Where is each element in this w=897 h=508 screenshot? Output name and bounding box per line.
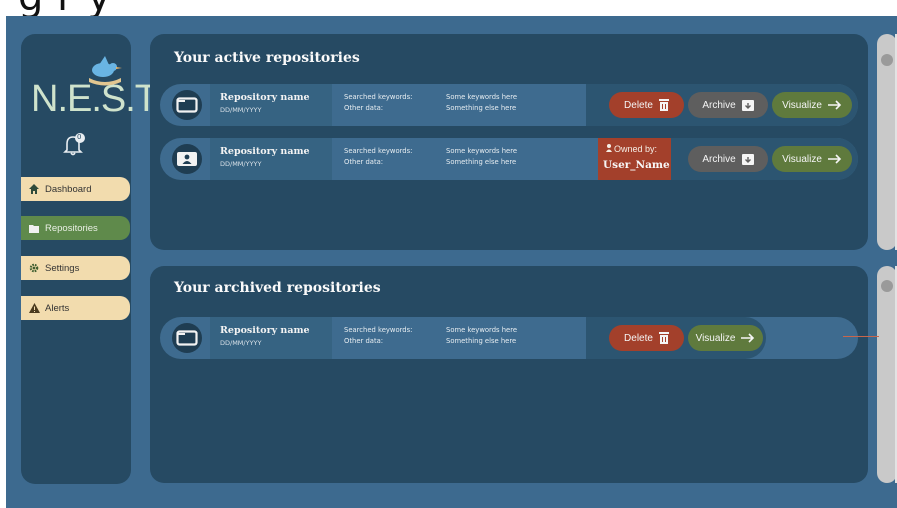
sidebar-item-label: Settings	[45, 262, 80, 274]
visualize-button[interactable]: Visualize	[772, 92, 852, 118]
archived-panel-title: Your archived repositories	[174, 280, 381, 296]
repository-name: Repository name	[220, 325, 310, 336]
sidebar-item-label: Repositories	[45, 222, 98, 234]
meta-label-keywords: Searched keywords:	[344, 326, 413, 334]
meta-labels: Searched keywords: Other data:	[344, 325, 412, 347]
row-actions: Delete Archive Visualize	[586, 84, 858, 126]
nest-logo: N.E.S.T.	[31, 56, 163, 131]
delete-button[interactable]: Delete	[609, 325, 684, 351]
trash-icon	[658, 99, 669, 111]
repository-name: Repository name	[220, 92, 310, 103]
visualize-label: Visualize	[695, 332, 736, 344]
archive-box-icon	[741, 153, 754, 165]
repository-folder-icon	[172, 323, 202, 353]
archived-panel-scrollbar[interactable]	[877, 266, 897, 483]
row-actions: Archive Visualize	[671, 138, 858, 180]
sidebar-item-dashboard[interactable]: Dashboard	[21, 177, 130, 201]
home-icon	[29, 184, 39, 194]
meta-value-other: Something else here	[446, 337, 517, 345]
repository-date: DD/MM/YYYY	[220, 339, 262, 347]
archive-label: Archive	[702, 99, 736, 111]
repository-date: DD/MM/YYYY	[220, 160, 262, 168]
folder-icon	[29, 224, 39, 233]
trash-icon	[658, 332, 669, 344]
delete-button[interactable]: Delete	[609, 92, 684, 118]
meta-value-other: Something else here	[446, 158, 517, 166]
visualize-button[interactable]: Visualize	[688, 325, 763, 351]
meta-value-keywords: Some keywords here	[446, 93, 518, 101]
notification-count: 0	[77, 133, 82, 141]
delete-label: Delete	[624, 332, 653, 344]
user-icon	[606, 144, 612, 152]
delete-label: Delete	[624, 99, 653, 111]
meta-value-keywords: Some keywords here	[446, 326, 518, 334]
active-panel-title: Your active repositories	[174, 50, 360, 66]
meta-values: Some keywords here Something else here	[446, 325, 517, 347]
archive-button[interactable]: Archive	[688, 146, 768, 172]
owned-by-badge: Owned by: User_Name	[598, 138, 671, 180]
archive-box-icon	[741, 99, 754, 111]
arrow-right-icon	[827, 100, 842, 110]
meta-values: Some keywords here Something else here	[446, 92, 517, 114]
owner-username: User_Name	[603, 159, 670, 171]
repository-name-box: Repository name DD/MM/YYYY	[210, 317, 332, 359]
repository-row[interactable]: Repository name DD/MM/YYYY Searched keyw…	[160, 317, 858, 359]
sidebar-item-alerts[interactable]: Alerts	[21, 296, 130, 320]
repository-row[interactable]: Repository name DD/MM/YYYY Searched keyw…	[160, 84, 858, 126]
annotation-line	[843, 336, 879, 337]
sidebar: N.E.S.T. 0 Dashboard Repositories Settin…	[21, 34, 163, 484]
meta-label-other: Other data:	[344, 158, 384, 166]
meta-label-other: Other data:	[344, 104, 384, 112]
repository-name-box: Repository name DD/MM/YYYY	[210, 84, 332, 126]
archived-repositories-panel: Your archived repositories Repository na…	[150, 266, 868, 483]
meta-labels: Searched keywords: Other data:	[344, 146, 412, 168]
gear-icon	[29, 263, 39, 273]
repository-folder-icon	[172, 90, 202, 120]
scrollbar-thumb[interactable]	[881, 54, 893, 66]
meta-value-other: Something else here	[446, 104, 517, 112]
arrow-right-icon	[827, 154, 842, 164]
row-actions: Delete Visualize	[586, 317, 766, 359]
meta-values: Some keywords here Something else here	[446, 146, 517, 168]
meta-label-other: Other data:	[344, 337, 384, 345]
sidebar-item-settings[interactable]: Settings	[21, 256, 130, 280]
visualize-label: Visualize	[782, 153, 822, 165]
visualize-button[interactable]: Visualize	[772, 146, 852, 172]
visualize-label: Visualize	[782, 99, 822, 111]
sidebar-item-repositories[interactable]: Repositories	[21, 216, 130, 240]
active-repositories-panel: Your active repositories Repository name…	[150, 34, 868, 250]
owned-by-label: Owned by:	[606, 144, 657, 154]
warning-icon	[28, 303, 40, 313]
archive-label: Archive	[702, 153, 736, 165]
sidebar-item-label: Alerts	[45, 302, 70, 314]
meta-label-keywords: Searched keywords:	[344, 93, 413, 101]
repository-name-box: Repository name DD/MM/YYYY	[210, 138, 332, 180]
repository-date: DD/MM/YYYY	[220, 106, 262, 114]
sidebar-item-label: Dashboard	[45, 183, 92, 195]
repository-name: Repository name	[220, 146, 310, 157]
bell-icon	[63, 133, 85, 156]
bird-logo-icon	[89, 56, 122, 86]
scrollbar-thumb[interactable]	[881, 280, 893, 292]
repository-shared-folder-icon	[172, 144, 202, 174]
meta-labels: Searched keywords: Other data:	[344, 92, 412, 114]
notifications-bell[interactable]: 0	[61, 132, 87, 158]
arrow-right-icon	[741, 333, 755, 343]
repository-row[interactable]: Repository name DD/MM/YYYY Searched keyw…	[160, 138, 858, 180]
active-panel-scrollbar[interactable]	[877, 34, 897, 250]
archive-button[interactable]: Archive	[688, 92, 768, 118]
meta-value-keywords: Some keywords here	[446, 147, 518, 155]
meta-label-keywords: Searched keywords:	[344, 147, 413, 155]
